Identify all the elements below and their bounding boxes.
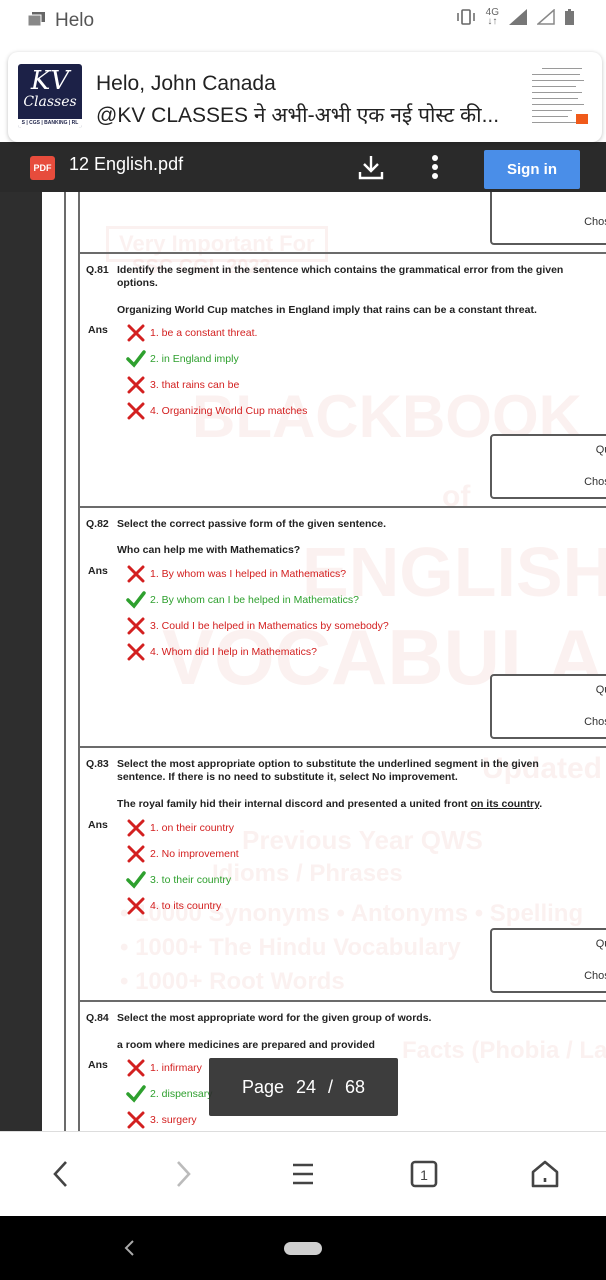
option-wrong: 2. No improvement xyxy=(126,844,239,864)
home-icon[interactable] xyxy=(527,1156,563,1192)
tabs-icon[interactable]: 1 xyxy=(406,1156,442,1192)
signal-empty-icon xyxy=(537,9,555,25)
cross-icon xyxy=(127,897,145,915)
cross-icon xyxy=(127,402,145,420)
pdf-file-icon: PDF xyxy=(30,156,55,180)
page-indicator: Page 24 / 68 xyxy=(209,1058,398,1116)
forward-icon[interactable] xyxy=(164,1156,200,1192)
question-83-section: Q.83 Select the most appropriate option … xyxy=(80,746,606,1001)
question-info-box: Ques Chosen xyxy=(490,434,606,499)
back-icon[interactable] xyxy=(44,1156,80,1192)
notification-title: Helo, John Canada xyxy=(96,72,276,95)
option-wrong: 1. infirmary xyxy=(126,1058,202,1078)
option-wrong: 1. be a constant threat. xyxy=(126,323,257,343)
cross-icon xyxy=(127,1059,145,1077)
option-wrong: 3. that rains can be xyxy=(126,375,239,395)
pdf-document-area[interactable]: Very Important For SSC CGL 2023 BLACKBOO… xyxy=(0,192,606,1131)
system-back-icon[interactable] xyxy=(122,1238,138,1258)
option-correct: 3. to their country xyxy=(126,870,231,890)
network-type-label: 4G ↓↑ xyxy=(485,7,499,27)
option-correct: 2. in England imply xyxy=(126,349,239,369)
battery-icon xyxy=(565,9,574,25)
status-bar: Helo 4G ↓↑ xyxy=(0,0,606,42)
question-info-box: Chosen xyxy=(490,192,606,245)
check-icon xyxy=(126,871,146,889)
status-app-title: Helo xyxy=(55,10,95,31)
option-correct: 2. By whom can I be helped in Mathematic… xyxy=(126,590,359,610)
option-wrong: 4. Whom did I help in Mathematics? xyxy=(126,642,317,662)
question-81-section: Q.81 Identify the segment in the sentenc… xyxy=(80,252,606,507)
system-navigation-bar xyxy=(0,1216,606,1280)
browser-toolbar: 1 xyxy=(0,1131,606,1216)
question-82-section: Q.82 Select the correct passive form of … xyxy=(80,506,606,746)
question-info-box: Ques Chosen xyxy=(490,674,606,739)
kv-classes-logo: KV Classes S | CGS | BANKING | RL xyxy=(18,64,82,128)
cross-icon xyxy=(127,845,145,863)
cross-icon xyxy=(127,565,145,583)
check-icon xyxy=(126,1085,146,1103)
underlined-segment: on its country xyxy=(470,798,540,810)
menu-icon[interactable] xyxy=(285,1156,321,1192)
signal-icon xyxy=(509,9,527,25)
option-wrong: 4. Organizing World Cup matches xyxy=(126,401,307,421)
pdf-viewer-header: PDF 12 English.pdf Sign in xyxy=(0,142,606,192)
svg-text:1: 1 xyxy=(420,1167,428,1183)
pdf-page: Very Important For SSC CGL 2023 BLACKBOO… xyxy=(42,192,606,1131)
question-info-box: Ques Chosen xyxy=(490,928,606,993)
vibrate-icon xyxy=(456,9,475,25)
option-wrong: 1. on their country xyxy=(126,818,234,838)
system-home-pill[interactable] xyxy=(284,1242,322,1255)
more-options-icon[interactable] xyxy=(428,153,442,181)
cross-icon xyxy=(127,617,145,635)
cross-icon xyxy=(127,324,145,342)
pdf-file-title: 12 English.pdf xyxy=(69,154,184,174)
option-wrong: 3. Could I be helped in Mathematics by s… xyxy=(126,616,389,636)
option-correct: 2. dispensary xyxy=(126,1084,212,1104)
cross-icon xyxy=(127,819,145,837)
cross-icon xyxy=(127,1111,145,1129)
app-notification-icon xyxy=(28,12,45,26)
notification-text: @KV CLASSES ने अभी-अभी एक नई पोस्ट की... xyxy=(96,104,500,127)
sign-in-button[interactable]: Sign in xyxy=(484,150,580,189)
option-wrong: 1. By whom was I helped in Mathematics? xyxy=(126,564,346,584)
option-wrong: 3. surgery xyxy=(126,1110,197,1130)
check-icon xyxy=(126,350,146,368)
check-icon xyxy=(126,591,146,609)
option-wrong: 4. to its country xyxy=(126,896,221,916)
cross-icon xyxy=(127,376,145,394)
notification-thumbnail xyxy=(528,66,588,128)
notification-card[interactable]: KV Classes S | CGS | BANKING | RL Helo, … xyxy=(8,52,602,142)
download-icon[interactable] xyxy=(358,154,384,180)
cross-icon xyxy=(127,643,145,661)
